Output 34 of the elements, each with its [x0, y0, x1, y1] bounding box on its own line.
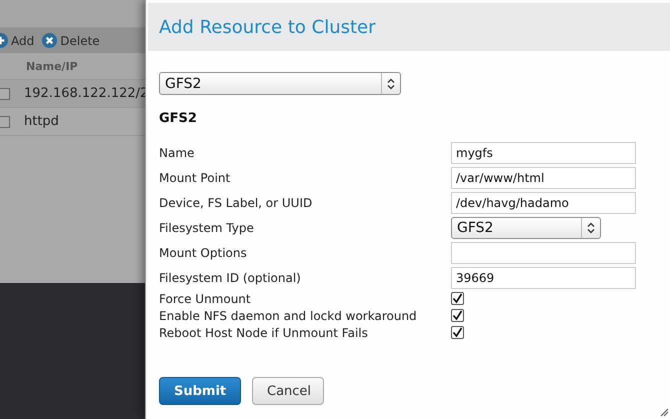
- table-cell: httpd: [24, 114, 59, 129]
- row-checkbox[interactable]: [0, 88, 10, 100]
- field-label: Filesystem ID (optional): [159, 270, 302, 284]
- filesystem-select[interactable]: GFS2: [451, 216, 601, 238]
- add-button[interactable]: Add: [0, 33, 34, 48]
- resize-grip-icon[interactable]: [659, 407, 669, 417]
- field-label: Mount Point: [159, 170, 232, 184]
- table-cell: 192.168.122.122/2: [24, 86, 148, 101]
- updown-icon: [387, 78, 395, 90]
- dialog-title: Add Resource to Cluster: [159, 16, 376, 38]
- field-label: Enable NFS daemon and lockd workaround: [159, 308, 418, 322]
- input-field[interactable]: 39669: [451, 266, 636, 288]
- submit-button[interactable]: Submit: [159, 377, 241, 405]
- checkbox[interactable]: [451, 309, 464, 322]
- field-label: Device, FS Label, or UUID: [159, 196, 314, 210]
- input-field[interactable]: /dev/havg/hadamo: [451, 192, 636, 214]
- field-label: Filesystem Type: [159, 220, 255, 234]
- field-label: Name: [159, 146, 196, 160]
- input-field[interactable]: mygfs: [451, 142, 636, 164]
- delete-button[interactable]: Delete: [42, 33, 100, 48]
- field-label: Reboot Host Node if Unmount Fails: [159, 326, 369, 340]
- checkbox[interactable]: [451, 326, 464, 339]
- updown-icon: [587, 222, 595, 234]
- close-icon: [42, 33, 58, 48]
- resource-type-select[interactable]: GFS2: [159, 72, 401, 95]
- section-title: GFS2: [159, 111, 198, 126]
- input-field[interactable]: /var/www/html: [451, 166, 636, 188]
- checkbox[interactable]: [451, 292, 464, 305]
- field-label: Force Unmount: [159, 292, 252, 306]
- field-label: Mount Options: [159, 246, 248, 260]
- input-field[interactable]: [451, 242, 636, 264]
- cancel-button[interactable]: Cancel: [252, 377, 324, 405]
- row-checkbox[interactable]: [0, 116, 10, 128]
- column-header: Name/IP: [26, 60, 78, 72]
